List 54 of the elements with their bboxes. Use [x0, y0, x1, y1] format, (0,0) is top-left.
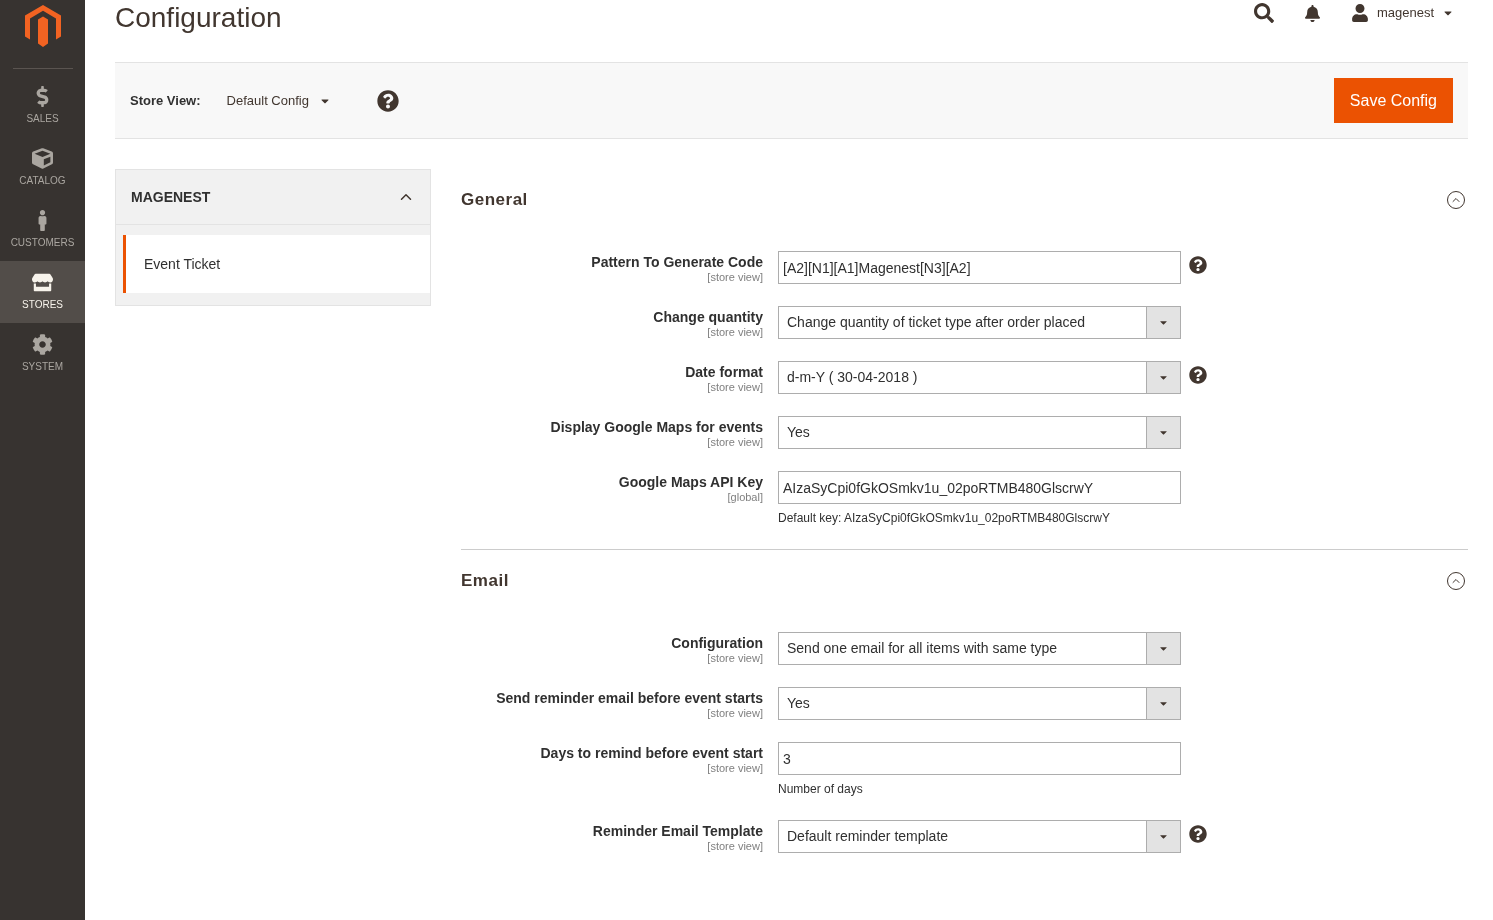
scope-label: [store view]	[707, 381, 763, 394]
scope-label: [store view]	[707, 271, 763, 284]
bell-icon[interactable]	[1303, 4, 1321, 22]
sidebar-item[interactable]: SALES	[0, 75, 85, 137]
page-title: Configuration	[115, 1, 282, 35]
field-label: Configuration	[671, 634, 763, 652]
help-icon[interactable]	[1189, 825, 1207, 843]
scope-label: [store view]	[707, 707, 763, 720]
tab-group-header[interactable]: MAGENEST	[115, 169, 431, 225]
scope-label: [store view]	[707, 436, 763, 449]
select-field[interactable]: Yes	[778, 416, 1181, 449]
user-menu[interactable]: magenest	[1350, 3, 1454, 23]
field-note: Default key: AIzaSyCpi0fGkOSmkv1u_02poRTMB480GlscrwY	[778, 510, 1111, 527]
field-label: Send reminder email before event starts	[496, 689, 763, 707]
select-field[interactable]: Send one email for all items with same type	[778, 632, 1181, 665]
help-icon[interactable]	[376, 89, 399, 112]
save-config-button[interactable]: Save Config	[1333, 78, 1453, 123]
field-label: Days to remind before event start	[540, 744, 763, 762]
field-note: Number of days	[778, 781, 864, 798]
input-field[interactable]: [A2][N1][A1]Magenest[N3][A2]	[778, 251, 1181, 284]
scope-label: [global]	[727, 491, 763, 504]
scope-label: [store view]	[707, 652, 763, 665]
user-icon	[1350, 4, 1369, 22]
section-header[interactable]: General	[461, 169, 1468, 231]
logo-icon	[24, 5, 61, 47]
scope-label: [store view]	[707, 840, 763, 853]
scope-label: [store view]	[707, 762, 763, 775]
search-icon[interactable]	[1253, 3, 1274, 23]
input-field[interactable]: AIzaSyCpi0fGkOSmkv1u_02poRTMB480GlscrwY	[778, 471, 1181, 504]
sidebar-item[interactable]: CATALOG	[0, 137, 85, 199]
nav-icon	[32, 272, 53, 293]
field-label: Date format	[685, 363, 763, 381]
field-label: Pattern To Generate Code	[591, 253, 763, 271]
field-label: Change quantity	[653, 308, 763, 326]
nav-icon	[32, 334, 53, 355]
field-label: Google Maps API Key	[618, 473, 763, 491]
scope-label: [store view]	[707, 326, 763, 339]
sidebar-item[interactable]: SYSTEM	[0, 323, 85, 385]
select-field[interactable]: Yes	[778, 687, 1181, 720]
store-view-dropdown[interactable]: Default Config	[226, 90, 331, 111]
field-label: Display Google Maps for events	[550, 418, 763, 436]
select-field[interactable]: Change quantity of ticket type after order placed	[778, 306, 1181, 339]
input-field[interactable]: 3	[778, 742, 1181, 775]
sidebar-item[interactable]: STORES	[0, 261, 85, 323]
sidebar-item[interactable]: CUSTOMERS	[0, 199, 85, 261]
section-header[interactable]: Email	[461, 550, 1468, 612]
help-icon[interactable]	[1189, 256, 1207, 274]
help-icon[interactable]	[1189, 366, 1207, 384]
select-field[interactable]: Default reminder template	[778, 820, 1181, 853]
store-view-label: Store View:	[130, 91, 201, 110]
select-field[interactable]: d-m-Y ( 30-04-2018 )	[778, 361, 1181, 394]
nav-icon	[32, 148, 53, 169]
tab-item[interactable]: Event Ticket	[123, 235, 430, 293]
field-label: Reminder Email Template	[592, 822, 763, 840]
